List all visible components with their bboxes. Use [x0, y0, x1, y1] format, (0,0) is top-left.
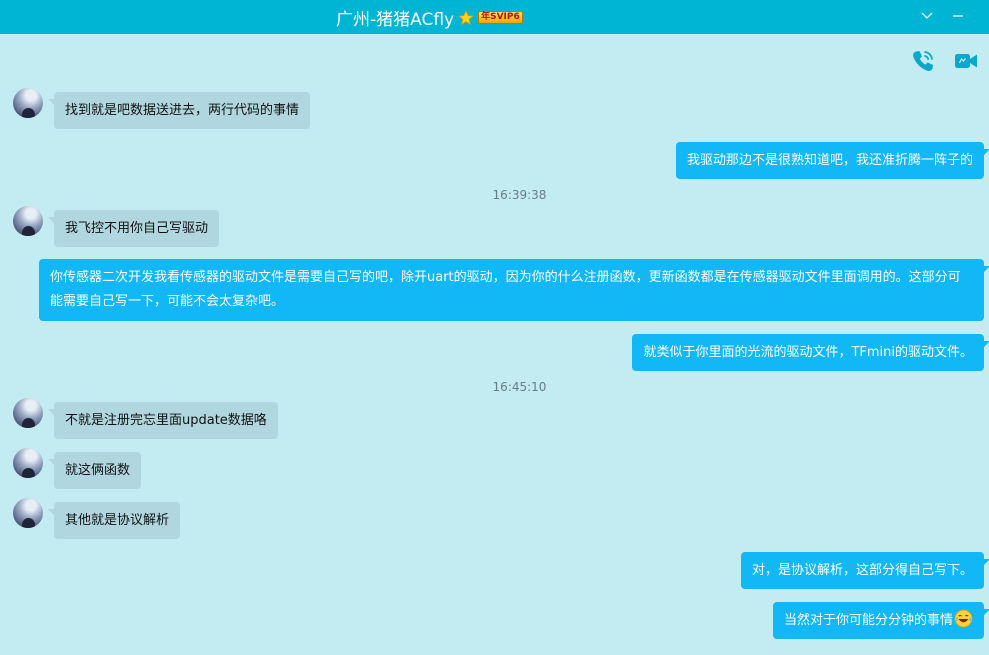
message-text: 当然对于你可能分分钟的事情: [783, 613, 953, 628]
outgoing-message: 对，是协议解析，这部分得自己写下。: [740, 552, 989, 589]
outgoing-message: 你传感器二次开发我看传感器的驱动文件是需要自己写的吧，除开uart的驱动，因为你…: [39, 259, 989, 321]
message-text: 你传感器二次开发我看传感器的驱动文件是需要自己写的吧，除开uart的驱动，因为你…: [50, 270, 961, 309]
message-text: 就这俩函数: [65, 463, 131, 478]
timestamp: 16:45:10: [492, 380, 547, 394]
outgoing-message: 就类似于你里面的光流的驱动文件，TFmini的驱动文件。: [632, 334, 989, 371]
voice-call-icon[interactable]: [910, 48, 936, 74]
laughing-tears-emoji-icon: [954, 609, 973, 628]
incoming-message: 我飞控不用你自己写驱动: [47, 210, 220, 247]
contact-avatar[interactable]: [13, 498, 43, 528]
incoming-message: 不就是注册完忘里面update数据咯: [48, 402, 278, 439]
video-call-icon[interactable]: [953, 48, 979, 74]
title-bar: 广州-猪猪ACfly 年SVIP6: [0, 0, 989, 34]
minimize-icon[interactable]: [950, 8, 966, 24]
message-text: 不就是注册完忘里面update数据咯: [65, 413, 267, 428]
chat-title: 广州-猪猪ACfly 年SVIP6: [336, 5, 523, 30]
message-text: 对，是协议解析，这部分得自己写下。: [751, 563, 973, 578]
message-text: 我飞控不用你自己写驱动: [65, 221, 209, 236]
chevron-down-icon[interactable]: [919, 8, 935, 24]
incoming-message: 找到就是吧数据送进去，两行代码的事情: [47, 92, 311, 129]
contact-avatar[interactable]: [13, 448, 43, 478]
message-text: 就类似于你里面的光流的驱动文件，TFmini的驱动文件。: [643, 345, 973, 360]
incoming-message: 其他就是协议解析: [47, 502, 181, 539]
message-text: 其他就是协议解析: [65, 513, 170, 528]
contact-avatar[interactable]: [13, 88, 43, 118]
incoming-message: 就这俩函数: [47, 452, 142, 489]
star-icon: [458, 9, 475, 25]
message-text: 我驱动那边不是很熟知道吧，我还准折腾一阵子的: [686, 153, 973, 168]
vip-badge: 年SVIP6: [478, 11, 523, 24]
contact-avatar[interactable]: [13, 206, 43, 236]
contact-avatar[interactable]: [13, 398, 43, 428]
message-text: 找到就是吧数据送进去，两行代码的事情: [65, 103, 300, 118]
outgoing-message: 当然对于你可能分分钟的事情: [772, 602, 989, 639]
timestamp: 16:39:38: [492, 188, 547, 202]
contact-name: 广州-猪猪ACfly: [336, 10, 455, 30]
outgoing-message: 我驱动那边不是很熟知道吧，我还准折腾一阵子的: [675, 142, 989, 179]
